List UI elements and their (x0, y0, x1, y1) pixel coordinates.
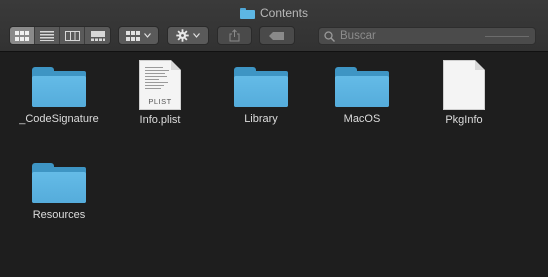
file-name: Resources (32, 209, 86, 221)
folder-icon (32, 161, 86, 205)
icon-grid-icon (15, 30, 29, 41)
folder-icon (234, 65, 288, 109)
folder-icon (32, 65, 86, 109)
gallery-icon (90, 30, 105, 41)
file-item[interactable]: Resources (9, 161, 109, 221)
document-type-tag: PLIST (148, 97, 172, 106)
file-name: PkgInfo (445, 114, 483, 126)
file-grid: _CodeSignature PLIST Info.plist Library (0, 53, 548, 277)
blank-document-icon (443, 60, 485, 110)
gear-icon (176, 29, 189, 42)
tag-icon (269, 31, 284, 40)
list-icon (40, 30, 54, 41)
file-name: Info.plist (139, 114, 181, 126)
finder-window: Contents Buscar _CodeSignature PLIST Inf… (0, 0, 548, 277)
columns-icon (64, 30, 80, 41)
group-by-button[interactable] (118, 26, 159, 45)
list-view-button[interactable] (35, 27, 60, 44)
file-name: MacOS (343, 113, 381, 125)
action-button[interactable] (167, 26, 209, 45)
icon-view-button[interactable] (10, 27, 35, 44)
file-item[interactable]: PkgInfo (414, 60, 514, 126)
tags-button[interactable] (259, 26, 295, 45)
plist-document-icon: PLIST (139, 60, 181, 110)
file-name: Library (244, 113, 278, 125)
window-title: Contents (0, 6, 548, 20)
file-item[interactable]: Library (211, 65, 311, 125)
toolbar: Contents (0, 0, 548, 52)
file-name: _CodeSignature (19, 113, 99, 125)
file-item[interactable]: PLIST Info.plist (110, 60, 210, 126)
group-grid-icon (126, 30, 140, 41)
file-item[interactable]: _CodeSignature (9, 65, 109, 125)
search-divider (485, 36, 529, 37)
search-icon (324, 30, 335, 42)
chevron-down-icon (193, 33, 200, 38)
folder-icon (239, 7, 255, 19)
chevron-down-icon (144, 33, 151, 38)
share-icon (229, 29, 240, 42)
search-field[interactable] (318, 27, 536, 45)
file-item[interactable]: MacOS (312, 65, 412, 125)
window-title-label: Contents (259, 6, 309, 20)
share-button[interactable] (217, 26, 252, 45)
column-view-button[interactable] (60, 27, 85, 44)
view-mode-control (9, 26, 111, 45)
gallery-view-button[interactable] (85, 27, 110, 44)
folder-icon (335, 65, 389, 109)
